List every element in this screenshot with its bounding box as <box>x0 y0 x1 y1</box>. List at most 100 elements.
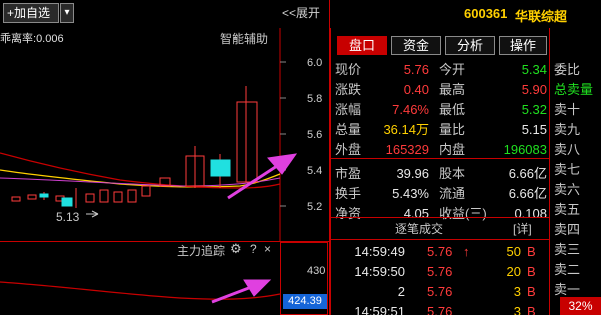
quote-row: 现价 5.76 今开 5.34 <box>335 60 549 80</box>
sub-current-value: 424.39 <box>283 294 327 309</box>
quote-label: 外盘 <box>335 142 362 157</box>
tick-row: 2 5.76 3 B <box>331 282 549 302</box>
quote-value: 5.15 <box>521 122 547 137</box>
quote-row: 市盈 39.96 股本 6.66亿 <box>335 164 549 184</box>
top-toolbar: +加自选 ▾ <<展开 600361 华联综超 <box>0 0 601 28</box>
tab-operation[interactable]: 操作 <box>499 36 547 55</box>
quote-value: 0.40 <box>403 82 429 97</box>
deviation-value: 0.006 <box>36 33 64 45</box>
candles <box>11 86 258 208</box>
quote-value: 5.43% <box>392 186 429 201</box>
smart-assist-label[interactable]: 智能辅助 <box>220 30 268 47</box>
kline-chart[interactable]: * 乖离率:0.006 智能辅助 6.0 5.8 5.6 5.4 5.2 5.1… <box>0 28 330 242</box>
main-force-tracking-panel[interactable]: 主力追踪 ⚙ ? × 430 424.39 <box>0 241 330 315</box>
quote-row: 涨幅 7.46% 最低 5.32 <box>335 100 549 120</box>
quote-value: 6.66亿 <box>508 166 547 181</box>
tab-order-book[interactable]: 盘口 <box>337 36 387 55</box>
quote-value: 165329 <box>385 142 429 157</box>
quote-label: 总量 <box>335 122 362 137</box>
quote-label: 涨幅 <box>335 102 362 117</box>
quote-value: 36.14万 <box>383 122 429 137</box>
up-arrow-icon: ↑ <box>463 244 470 259</box>
quote-panel: 盘口 资金 分析 操作 现价 5.76 今开 5.34 涨跌 0.40 最高 5.90 涨幅 7.… <box>330 28 549 315</box>
tick-side: B <box>527 284 536 299</box>
tick-side: B <box>527 264 536 279</box>
tick-volume: 20 <box>506 264 521 279</box>
quote-label: 今开 <box>439 62 466 77</box>
quote-value: 39.96 <box>396 166 429 181</box>
divider <box>331 158 549 159</box>
tick-time: 14:59:49 <box>354 244 405 259</box>
quote-label: 最高 <box>439 82 466 97</box>
tick-price: 5.76 <box>427 244 453 259</box>
tick-time: 14:59:50 <box>354 264 405 279</box>
tick-volume: 50 <box>506 244 521 259</box>
add-favorite-button[interactable]: +加自选 <box>3 3 59 23</box>
quote-label: 现价 <box>335 62 362 77</box>
tick-side: B <box>527 304 536 315</box>
y-tick: 5.2 <box>307 201 323 213</box>
quote-value: 6.66亿 <box>508 186 547 201</box>
quote-row: 涨跌 0.40 最高 5.90 <box>335 80 549 100</box>
sell-level-label: 卖七 <box>554 162 581 177</box>
stock-name: 华联综超 <box>515 9 568 24</box>
quote-label: 最低 <box>439 102 466 117</box>
sell-level-label: 卖四 <box>554 222 581 237</box>
sell-level-label: 卖二 <box>554 262 581 277</box>
sell-level-label: 卖九 <box>554 122 581 137</box>
low-price-marker: 5.13 <box>56 210 80 224</box>
tick-time: 14:59:51 <box>354 304 405 315</box>
deviation-rate: 乖离率:0.006 <box>0 30 64 46</box>
tick-volume: 3 <box>513 284 521 299</box>
quote-label: 量比 <box>439 122 466 137</box>
deviation-label: 乖离率: <box>0 33 37 45</box>
tick-time: 2 <box>397 284 405 299</box>
quote-value: 5.34 <box>521 62 547 77</box>
tick-trades-header: 逐笔成交 [详] <box>331 218 549 240</box>
quote-value: 5.76 <box>403 62 429 77</box>
sell-level-label: 卖五 <box>554 202 581 217</box>
divider <box>331 239 549 240</box>
quote-label: 流通 <box>439 186 466 201</box>
quote-label: 换手 <box>335 186 362 201</box>
tick-price: 5.76 <box>427 264 453 279</box>
kline-canvas: * <box>0 28 298 241</box>
quote-label: 股本 <box>439 166 466 181</box>
quote-label: 内盘 <box>439 142 466 157</box>
quote-value: 7.46% <box>392 102 429 117</box>
tab-funds[interactable]: 资金 <box>391 36 441 55</box>
annotation-arrow-icon <box>227 153 298 200</box>
tab-analysis[interactable]: 分析 <box>445 36 495 55</box>
tick-row: 14:59:50 5.76 20 B <box>331 262 549 282</box>
sub-indicator-title: 主力追踪 <box>177 244 226 258</box>
order-depth-column: 委比 总卖量 卖十 卖九 卖八 卖七 卖六 卖五 卖四 卖三 卖二 卖一 <box>549 28 601 315</box>
commission-ratio-label: 委比 <box>554 62 581 77</box>
stock-code: 600361 <box>464 6 508 21</box>
quote-row: 外盘 165329 内盘 196083 <box>335 140 549 160</box>
y-tick: 6.0 <box>307 57 323 69</box>
y-tick: 5.4 <box>307 165 323 177</box>
y-tick: 5.8 <box>307 93 323 105</box>
y-tick: 5.6 <box>307 129 323 141</box>
commission-ratio-badge: 32% <box>560 297 601 315</box>
quote-value: 5.32 <box>521 102 547 117</box>
quote-value: 196083 <box>503 142 547 157</box>
tick-side: B <box>527 244 536 259</box>
divider <box>331 217 549 218</box>
close-icon[interactable]: × <box>264 242 271 256</box>
sub-y-tick: 430 <box>307 265 326 277</box>
gear-icon[interactable]: ⚙ <box>230 241 242 257</box>
panel-tabs: 盘口 资金 分析 操作 <box>331 36 549 56</box>
sell-level-label: 卖三 <box>554 242 581 257</box>
favorite-dropdown-chevron-icon[interactable]: ▾ <box>60 3 74 23</box>
sell-level-label: 卖十 <box>554 102 581 117</box>
tick-row: 14:59:49 5.76 ↑ 50 B <box>331 242 549 262</box>
sell-level-label: 卖八 <box>554 142 581 157</box>
quote-row: 总量 36.14万 量比 5.15 <box>335 120 549 140</box>
quote-label: 市盈 <box>335 166 362 181</box>
quote-label: 涨跌 <box>335 82 362 97</box>
expand-button[interactable]: <<展开 <box>282 4 328 22</box>
tick-detail-link[interactable]: [详] <box>513 218 532 240</box>
help-icon[interactable]: ? <box>250 242 257 256</box>
sell-level-label: 卖六 <box>554 182 581 197</box>
